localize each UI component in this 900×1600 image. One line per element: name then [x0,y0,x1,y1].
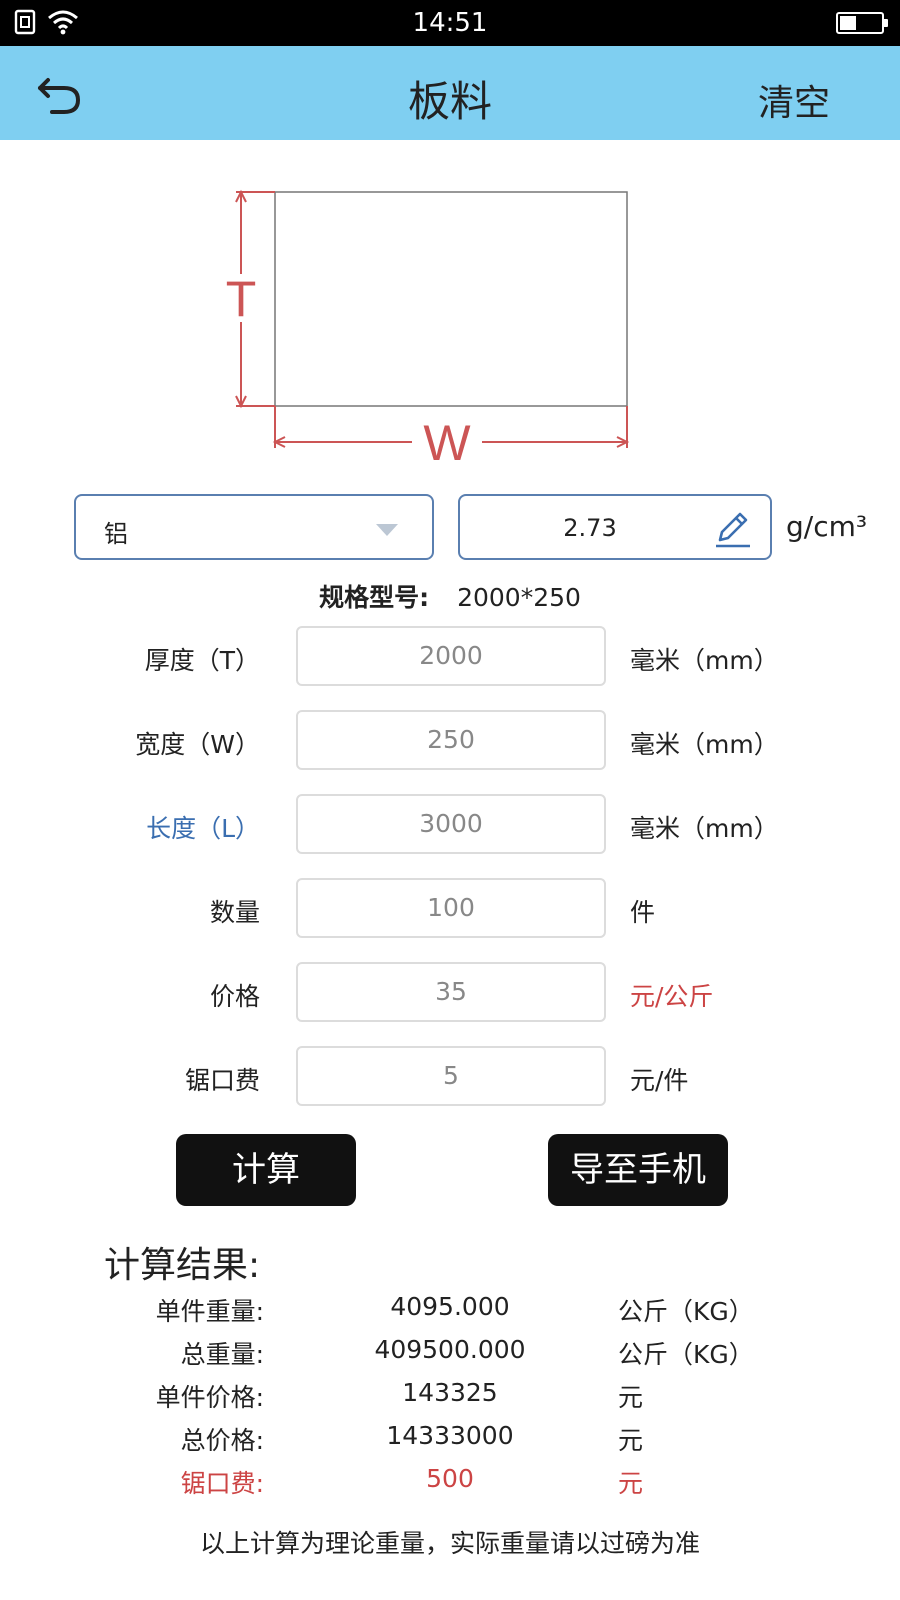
thickness-unit: 毫米（mm） [630,646,779,675]
result-value: 14333000 [386,1421,514,1450]
length-label: 长度（L） [146,814,260,843]
price-label: 价格 [209,982,260,1011]
result-unit: 公斤（KG） [618,1297,754,1326]
spec-line: 规格型号: 2000*250 [0,578,900,614]
price-input[interactable]: 35 [296,962,606,1022]
saw-fee-unit: 元/件 [630,1066,689,1095]
width-unit: 毫米（mm） [630,730,779,759]
header-bar: 板料 清空 [0,46,900,140]
result-unit: 公斤（KG） [618,1340,754,1369]
height-label: T [226,271,257,327]
result-row: 单件重量: 4095.000 公斤（KG） [0,1292,900,1332]
export-to-phone-button[interactable]: 导至手机 [548,1134,728,1206]
spec-label: 规格型号: [319,583,430,612]
saw-fee-label: 锯口费 [184,1066,260,1095]
price-unit: 元/公斤 [630,982,714,1011]
clear-button[interactable]: 清空 [758,74,830,126]
pencil-icon[interactable] [712,508,754,550]
quantity-label: 数量 [209,898,260,927]
density-value: 2.73 [563,514,617,542]
result-row-saw-fee: 锯口费: 500 元 [0,1464,900,1504]
status-bar: 14:51 [0,0,900,46]
width-input[interactable]: 250 [296,710,606,770]
thickness-label: 厚度（T） [144,646,260,675]
spec-value: 2000*250 [457,583,581,612]
result-unit: 元 [618,1383,644,1412]
length-unit: 毫米（mm） [630,814,779,843]
result-value: 143325 [402,1378,498,1407]
plate-diagram: T W [224,189,630,471]
result-label: 锯口费: [180,1469,264,1498]
results-title: 计算结果: [104,1245,261,1286]
result-label: 总价格: [180,1426,264,1455]
row-saw-fee: 锯口费 5 元/件 [0,1046,900,1106]
density-unit: g/cm³ [786,510,868,543]
result-row: 总重量: 409500.000 公斤（KG） [0,1335,900,1375]
battery-icon [836,12,888,34]
width-label-text: 宽度（W） [135,730,260,759]
density-field[interactable]: 2.73 [458,494,772,560]
plate-rect [274,191,628,407]
width-label: W [423,415,471,471]
result-label: 单件重量: [155,1297,264,1326]
result-value: 4095.000 [390,1292,510,1321]
row-thickness: 厚度（T） 2000 毫米（mm） [0,626,900,686]
result-value: 500 [426,1464,474,1493]
row-length: 长度（L） 3000 毫米（mm） [0,794,900,854]
dropdown-arrow-icon [376,524,398,536]
row-width: 宽度（W） 250 毫米（mm） [0,710,900,770]
length-input[interactable]: 3000 [296,794,606,854]
result-unit: 元 [618,1469,644,1498]
material-select[interactable]: 铝 [74,494,434,560]
disclaimer-note: 以上计算为理论重量，实际重量请以过磅为准 [199,1529,700,1558]
row-quantity: 数量 100 件 [0,878,900,938]
result-label: 总重量: [180,1340,264,1369]
quantity-input[interactable]: 100 [296,878,606,938]
material-value: 铝 [104,520,128,548]
result-row: 单件价格: 143325 元 [0,1378,900,1418]
result-row: 总价格: 14333000 元 [0,1421,900,1461]
result-label: 单件价格: [155,1383,264,1412]
status-time: 14:51 [412,8,488,38]
saw-fee-input[interactable]: 5 [296,1046,606,1106]
calculate-button[interactable]: 计算 [176,1134,356,1206]
result-unit: 元 [618,1426,644,1455]
row-price: 价格 35 元/公斤 [0,962,900,1022]
quantity-unit: 件 [630,898,656,927]
result-value: 409500.000 [374,1335,526,1364]
thickness-input[interactable]: 2000 [296,626,606,686]
